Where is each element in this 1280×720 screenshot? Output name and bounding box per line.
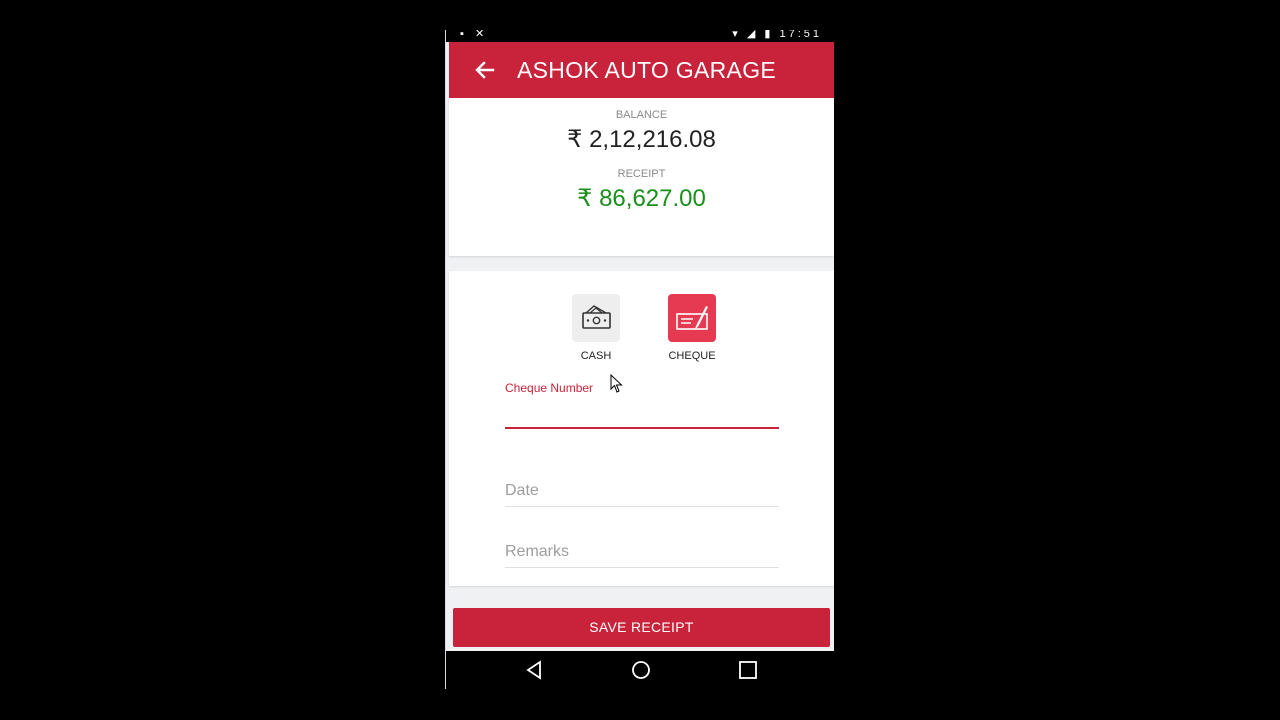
cheque-number-underline xyxy=(505,427,779,429)
back-triangle-icon[interactable] xyxy=(522,657,548,683)
page-title: ASHOK AUTO GARAGE xyxy=(517,57,777,83)
date-underline xyxy=(505,506,779,507)
balance-label: BALANCE xyxy=(615,109,668,121)
receipt-value: ₹ 86,627.00 xyxy=(577,185,706,212)
cash-icon xyxy=(572,294,620,342)
status-time: 17:51 xyxy=(779,30,822,40)
payment-mode-cheque[interactable]: CHEQUE xyxy=(662,294,722,362)
home-circle-icon[interactable] xyxy=(628,657,654,683)
cheque-label: CHEQUE xyxy=(668,350,716,362)
status-right-icons: ▾ ◢ ▮ 17:51 xyxy=(732,30,822,40)
remarks-placeholder: Remarks xyxy=(505,543,570,560)
date-placeholder: Date xyxy=(505,482,539,499)
status-left-icons: ▪ ✕ xyxy=(460,30,489,40)
remarks-field[interactable]: Remarks xyxy=(505,542,779,570)
date-field[interactable]: Date xyxy=(505,481,779,509)
save-receipt-button[interactable]: SAVE RECEIPT xyxy=(453,608,830,647)
app-bar: ASHOK AUTO GARAGE xyxy=(449,42,834,98)
cheque-number-label: Cheque Number xyxy=(505,381,594,395)
remarks-underline xyxy=(505,567,779,568)
receipt-label: RECEIPT xyxy=(617,168,666,180)
balance-summary-card: BALANCE ₹ 2,12,216.08 RECEIPT ₹ 86,627.0… xyxy=(449,98,834,256)
cheque-icon xyxy=(668,294,716,342)
receipt-form-panel: CASH CHEQUE Cheque Number Date Remarks xyxy=(449,271,834,586)
system-nav-bar xyxy=(446,651,834,689)
cheque-number-field[interactable]: Cheque Number xyxy=(505,381,779,431)
arrow-left-icon[interactable] xyxy=(471,54,499,86)
recents-square-icon[interactable] xyxy=(735,657,761,683)
status-bar: ▪ ✕ ▾ ◢ ▮ 17:51 xyxy=(446,30,834,42)
cash-label: CASH xyxy=(580,350,612,362)
payment-mode-cash[interactable]: CASH xyxy=(566,294,626,362)
phone-screen: ▪ ✕ ▾ ◢ ▮ 17:51 ASHOK AUTO GARAGE BALANC… xyxy=(446,30,834,689)
mouse-cursor-icon xyxy=(610,373,624,394)
balance-value: ₹ 2,12,216.08 xyxy=(567,126,716,153)
